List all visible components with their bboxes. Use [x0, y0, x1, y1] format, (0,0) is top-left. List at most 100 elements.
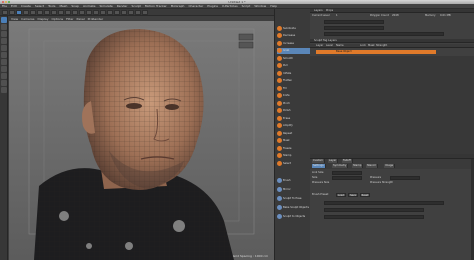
viewport-menu-view[interactable]: View [11, 17, 18, 21]
layers-list-area[interactable] [310, 56, 474, 154]
curve-field[interactable] [324, 215, 424, 219]
sculpt-tool-grab[interactable]: Grab [277, 47, 310, 54]
sculpt-tool-smooth[interactable]: Smooth [277, 55, 310, 61]
camera-icon[interactable] [135, 9, 141, 15]
workplane-icon[interactable] [1, 31, 7, 37]
menu-item-simulate[interactable]: Simulate [100, 4, 113, 8]
tab-custom[interactable]: Custom [312, 159, 325, 163]
lower-tool-sculpt-to-pose[interactable]: Sculpt To Pose [277, 196, 310, 202]
menu-item-mograph[interactable]: MoGraph [171, 4, 185, 8]
scale-icon[interactable] [30, 9, 36, 15]
floor-icon[interactable] [128, 9, 134, 15]
rotate-icon[interactable] [37, 9, 43, 15]
sculpt-tool-fill[interactable]: Fill [277, 85, 310, 91]
polygons-mode-icon[interactable] [1, 52, 7, 58]
lower-tool-bake-sculpt-objects[interactable]: Bake Sculpt Objects [277, 205, 310, 211]
viewport-menu-filter[interactable]: Filter [66, 17, 73, 21]
sculpt-tool-increase[interactable]: Increase [277, 40, 310, 46]
move-icon[interactable] [23, 9, 29, 15]
sculpt-tool-mask[interactable]: Mask [277, 138, 310, 144]
viewport-menu-prorender[interactable]: ProRender [88, 17, 103, 21]
menu-item-render[interactable]: Render [117, 4, 128, 8]
menu-item-sculpt[interactable]: Sculpt [131, 4, 140, 8]
pen-icon[interactable] [100, 9, 106, 15]
y-axis-icon[interactable] [51, 9, 57, 15]
sculpt-tool-freeze[interactable]: Freeze [277, 145, 310, 151]
undo-icon[interactable] [2, 9, 8, 15]
perspective-viewport[interactable]: View Cameras Display Options Filter Panel ProR… [9, 16, 274, 260]
menu-item-help[interactable]: Help [270, 4, 277, 8]
menu-item-mesh[interactable]: Mesh [59, 4, 67, 8]
sculpt-tool-polish[interactable]: Polish [277, 108, 310, 114]
spacing-slider[interactable] [324, 208, 424, 212]
coordinate-system-icon[interactable] [65, 9, 71, 15]
light-icon[interactable] [142, 9, 148, 15]
viewport-menu-display[interactable]: Display [37, 17, 48, 21]
layer-row-base-object[interactable]: Base Object [316, 50, 436, 54]
pressure-field[interactable] [390, 176, 420, 180]
lower-tool-sculpt-to-objects[interactable]: Sculpt to Objects [277, 214, 310, 220]
sculpt-tool-flatten[interactable]: Flatten [277, 78, 310, 84]
planar-workplane-icon[interactable] [1, 87, 7, 93]
render-view-icon[interactable] [72, 9, 78, 15]
x-axis-icon[interactable] [44, 9, 50, 15]
tab-image[interactable]: Image [384, 164, 396, 168]
locked-workplane-icon[interactable] [1, 80, 7, 86]
menu-item-edit[interactable]: Edit [11, 4, 17, 8]
save-button[interactable]: Save [348, 193, 358, 197]
snapping-icon[interactable] [1, 73, 7, 79]
tab-falloff[interactable]: Falloff [342, 159, 353, 163]
sculpt-tool-repeat[interactable]: Repeat [277, 130, 310, 136]
layers-tab[interactable]: Layers [314, 9, 323, 13]
sculpt-tool-decrease[interactable]: Decrease [277, 33, 310, 39]
sculpt-tool-inflate[interactable]: Inflate [277, 70, 310, 76]
strength-slider[interactable] [324, 26, 384, 30]
menu-item-file[interactable]: File [2, 4, 7, 8]
size-field[interactable] [332, 176, 362, 180]
viewport-menu-panel[interactable]: Panel [77, 17, 85, 21]
viewport-menu-cameras[interactable]: Cameras [21, 17, 34, 21]
tab-stencil[interactable]: Stencil [366, 164, 378, 168]
menu-item-create[interactable]: Create [21, 4, 31, 8]
tab-stamp[interactable]: Stamp [352, 164, 364, 168]
menu-item-select[interactable]: Select [35, 4, 44, 8]
link-size-field[interactable] [332, 171, 362, 175]
menu-item-plugins[interactable]: Plugins [207, 4, 218, 8]
model-mode-icon[interactable] [1, 17, 7, 23]
tag-field[interactable] [324, 32, 444, 36]
sculpt-tool-knife[interactable]: Knife [277, 93, 310, 99]
tab-settings[interactable]: Settings [312, 164, 326, 168]
tweak-mode-icon[interactable] [1, 66, 7, 72]
viewport-menu-options[interactable]: Options [52, 17, 64, 21]
menu-item-snap[interactable]: Snap [71, 4, 79, 8]
subdivision-icon[interactable] [107, 9, 113, 15]
brush-slider[interactable] [324, 201, 444, 205]
menu-item-tools[interactable]: Tools [48, 4, 55, 8]
lower-tool-mirror[interactable]: Mirror [277, 187, 310, 193]
tab-symmetry[interactable]: Symmetry [332, 164, 349, 168]
array-icon[interactable] [114, 9, 120, 15]
load-button[interactable]: Load [336, 193, 346, 197]
sculpt-tool-pull[interactable]: Pull [277, 63, 310, 69]
menu-item-motion-tracker[interactable]: Motion Tracker [145, 4, 167, 8]
z-axis-icon[interactable] [58, 9, 64, 15]
menu-item-script[interactable]: Script [242, 4, 251, 8]
sculpt-tool-amplify[interactable]: Amplify [277, 123, 310, 129]
edges-mode-icon[interactable] [1, 45, 7, 51]
texture-mode-icon[interactable] [1, 24, 7, 30]
render-settings-icon[interactable] [86, 9, 92, 15]
render-picture-viewer-icon[interactable] [79, 9, 85, 15]
sculpt-tool-erase[interactable]: Erase [277, 115, 310, 121]
sculpt-tool-pinch[interactable]: Pinch [277, 100, 310, 106]
props-tab[interactable]: Props [326, 9, 333, 13]
sculpt-tool-stamp[interactable]: Stamp [277, 153, 310, 159]
cube-icon[interactable] [93, 9, 99, 15]
menu-item-window[interactable]: Window [254, 4, 266, 8]
reset-button[interactable]: Reset [360, 193, 370, 197]
redo-icon[interactable] [9, 9, 15, 15]
sculpt-tool-subdivide[interactable]: Subdivide [277, 25, 310, 31]
level-slider[interactable] [324, 20, 384, 24]
menu-item-x-particles[interactable]: X-Particles [222, 4, 238, 8]
tab-layer[interactable]: Layer [328, 159, 339, 163]
deformer-icon[interactable] [121, 9, 127, 15]
